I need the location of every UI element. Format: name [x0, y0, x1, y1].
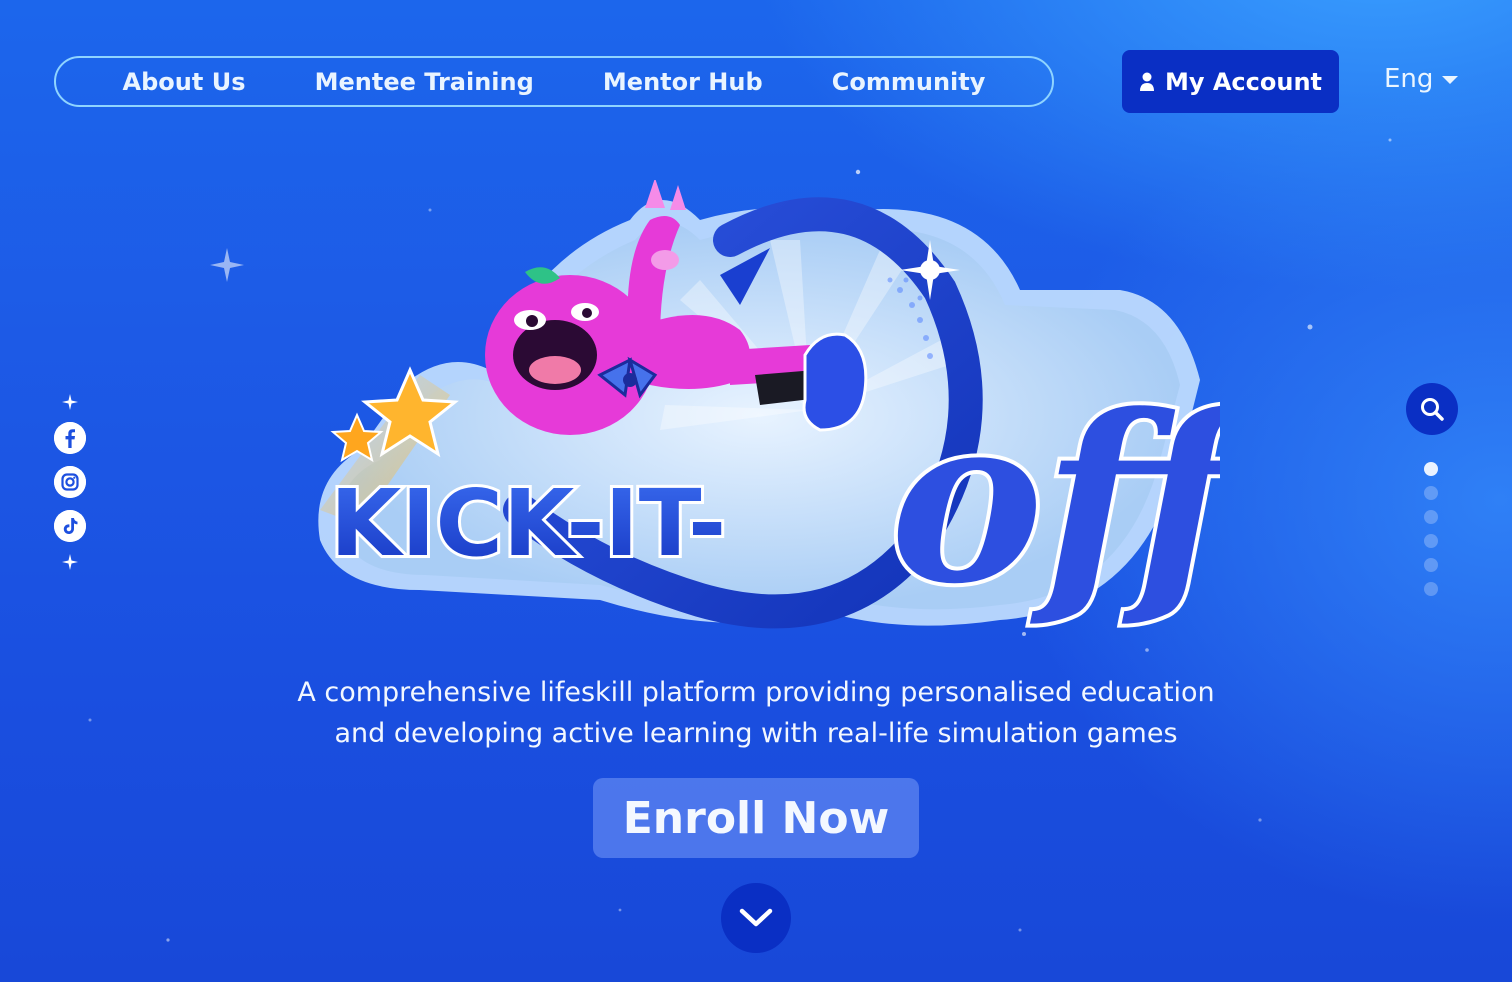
nav-mentor-hub[interactable]: Mentor Hub — [603, 68, 763, 96]
logo-kick-it-text: KICK-IT- — [330, 470, 726, 577]
main-nav: About Us Mentee Training Mentor Hub Comm… — [54, 56, 1054, 107]
pagination-dot[interactable] — [1424, 534, 1438, 548]
language-label: Eng — [1384, 64, 1434, 94]
sparkle-icon — [62, 394, 78, 410]
facebook-icon[interactable] — [54, 422, 86, 454]
language-selector[interactable]: Eng — [1384, 64, 1459, 94]
hero-tagline: A comprehensive lifeskill platform provi… — [256, 672, 1256, 754]
nav-about-us[interactable]: About Us — [123, 68, 246, 96]
instagram-icon[interactable] — [54, 466, 86, 498]
nav-community[interactable]: Community — [832, 68, 986, 96]
search-button[interactable] — [1406, 383, 1458, 435]
nav-mentee-training[interactable]: Mentee Training — [315, 68, 534, 96]
page-pagination — [1424, 462, 1438, 596]
tagline-line-2: and developing active learning with real… — [334, 718, 1178, 749]
my-account-label: My Account — [1164, 67, 1323, 96]
search-icon — [1421, 398, 1444, 421]
tiktok-icon[interactable] — [54, 510, 86, 542]
enroll-now-label: Enroll Now — [622, 792, 890, 844]
pagination-dot[interactable] — [1424, 510, 1438, 524]
logo-off-text: off — [890, 365, 1220, 635]
pagination-dot[interactable] — [1424, 486, 1438, 500]
enroll-now-button[interactable]: Enroll Now — [593, 778, 919, 858]
pagination-dot[interactable] — [1424, 558, 1438, 572]
tagline-line-1: A comprehensive lifeskill platform provi… — [297, 677, 1215, 708]
pagination-dot[interactable] — [1424, 462, 1438, 476]
kick-it-off-logo: KICK-IT- off — [318, 180, 1220, 639]
scroll-down-button[interactable] — [721, 883, 791, 953]
chevron-down-icon — [739, 908, 773, 927]
caret-down-icon — [1442, 76, 1459, 84]
sparkle-icon — [62, 554, 78, 570]
social-links — [54, 394, 86, 570]
user-icon — [1139, 72, 1154, 91]
my-account-button[interactable]: My Account — [1122, 50, 1339, 113]
pagination-dot[interactable] — [1424, 582, 1438, 596]
